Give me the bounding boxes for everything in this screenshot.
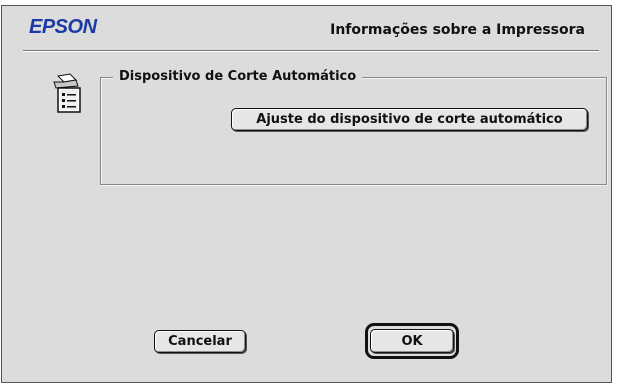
dialog-title: Informações sobre a Impressora bbox=[330, 22, 585, 38]
header-divider bbox=[23, 50, 599, 52]
adjust-auto-cutter-button[interactable]: Ajuste do dispositivo de corte automátic… bbox=[231, 108, 588, 131]
printer-info-dialog: EPSON Informações sobre a Impressora Dis… bbox=[1, 5, 612, 383]
epson-logo: EPSON bbox=[29, 16, 97, 38]
cancel-button[interactable]: Cancelar bbox=[154, 330, 246, 353]
dialog-header: EPSON Informações sobre a Impressora bbox=[2, 6, 611, 50]
printer-info-icon bbox=[53, 73, 81, 113]
auto-cutter-group-legend: Dispositivo de Corte Automático bbox=[113, 69, 363, 85]
auto-cutter-group: Dispositivo de Corte Automático Ajuste d… bbox=[100, 69, 607, 185]
ok-button[interactable]: OK bbox=[370, 329, 454, 353]
